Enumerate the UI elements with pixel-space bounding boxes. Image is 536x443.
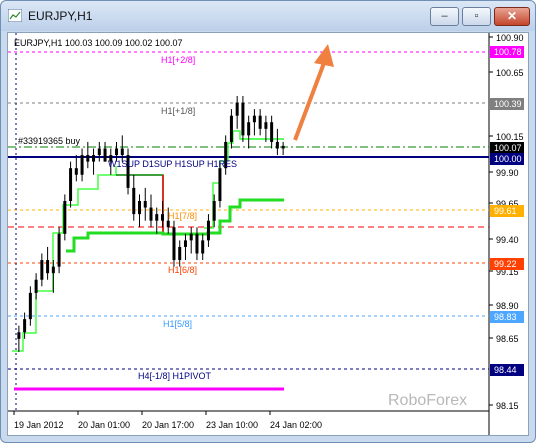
chart-app-icon <box>8 9 22 22</box>
candle-body <box>92 155 96 162</box>
y-tick: 100.90 <box>496 33 524 43</box>
candle-body <box>28 292 32 320</box>
candle-body <box>74 168 78 175</box>
candles <box>17 96 285 352</box>
maximize-button[interactable]: ▫ <box>462 7 491 26</box>
candle-body <box>138 201 142 215</box>
candle-body <box>189 233 193 241</box>
candle-body <box>212 201 216 221</box>
candle-body <box>46 260 50 274</box>
chart-window: EURJPY,H1 – ▫ ✕ EURJPY,H1 100.03 100.09 … <box>0 0 536 443</box>
candle-body <box>160 214 164 221</box>
candle-body <box>201 240 205 254</box>
price-badge: 100.39 <box>494 99 522 109</box>
candle-body <box>264 122 268 129</box>
candle-body <box>63 201 67 234</box>
minimize-icon: – <box>441 10 448 22</box>
x-tick: 20 Jan 01:00 <box>78 420 130 430</box>
y-tick: 98.65 <box>496 334 519 344</box>
y-tick: 99.40 <box>496 235 519 245</box>
close-icon: ✕ <box>506 9 518 23</box>
candle-body <box>281 145 285 149</box>
price-badge: 98.44 <box>494 365 517 375</box>
candle-body <box>34 279 38 293</box>
x-tick: 19 Jan 2012 <box>14 420 64 430</box>
candle-body <box>166 220 170 228</box>
price-badge: 99.61 <box>494 206 517 216</box>
y-tick: 100.65 <box>496 68 524 78</box>
level-label-plus2: H1[+2/8] <box>161 55 195 65</box>
price-badges: 100.78 100.39 100.07 100.00 99.61 99.22 … <box>490 46 524 376</box>
price-badge: 98.83 <box>494 312 517 322</box>
x-axis: 19 Jan 2012 20 Jan 01:00 20 Jan 17:00 23… <box>13 411 322 430</box>
maximize-icon: ▫ <box>474 10 479 22</box>
candle-body <box>40 260 44 280</box>
candle-body <box>275 141 279 149</box>
y-axis: 100.90 100.65 100.15 99.90 99.65 99.40 9… <box>489 33 524 411</box>
candle-body <box>51 266 55 274</box>
candle-body <box>120 148 124 156</box>
price-badge: 99.22 <box>494 259 517 269</box>
candle-body <box>143 201 147 208</box>
level-label-5-8: H1[5/8] <box>163 319 192 329</box>
x-tick: 23 Jan 10:00 <box>206 420 258 430</box>
candle-body <box>229 115 233 142</box>
window-title: EURJPY,H1 <box>28 9 93 23</box>
price-chart[interactable]: EURJPY,H1 100.03 100.09 100.02 100.07 H1… <box>8 33 528 435</box>
y-tick: 100.15 <box>496 132 524 142</box>
candle-body <box>23 319 27 333</box>
candle-body <box>206 220 210 241</box>
candle-body <box>270 122 274 142</box>
y-tick: 99.90 <box>496 168 519 178</box>
candle-body <box>17 332 21 339</box>
close-button[interactable]: ✕ <box>494 7 530 26</box>
x-tick: 20 Jan 17:00 <box>142 420 194 430</box>
candle-body <box>103 148 107 162</box>
order-label: #33919365 buy <box>18 136 81 146</box>
candle-body <box>80 155 84 175</box>
candle-body <box>172 227 176 261</box>
level-label-7-8: H1[7/8] <box>168 211 197 221</box>
candle-body <box>132 187 136 215</box>
level-label-plus1: H1[+1/8] <box>161 106 195 116</box>
candle-body <box>155 214 159 221</box>
minimize-button[interactable]: – <box>430 7 459 26</box>
candle-body <box>235 102 239 116</box>
candle-body <box>178 246 182 261</box>
chart-area[interactable]: EURJPY,H1 100.03 100.09 100.02 100.07 H1… <box>7 32 529 436</box>
x-tick: 24 Jan 02:00 <box>270 420 322 430</box>
candle-body <box>258 115 262 129</box>
level-label-pivot: H4[-1/8] H1PIVOT <box>138 371 212 381</box>
candle-body <box>195 233 199 254</box>
y-tick: 98.90 <box>496 301 519 311</box>
candle-body <box>183 240 187 247</box>
candle-body <box>149 207 153 221</box>
title-bar[interactable]: EURJPY,H1 – ▫ ✕ <box>1 1 535 31</box>
level-label-sup-res: W1SUP D1SUP H1SUP H1RES <box>108 159 237 169</box>
candle-body <box>247 122 251 136</box>
candle-body <box>252 115 256 123</box>
candle-body <box>86 155 90 162</box>
chart-header: EURJPY,H1 100.03 100.09 100.02 100.07 <box>14 38 182 48</box>
price-badge: 100.07 <box>494 143 522 153</box>
watermark: RoboForex <box>388 392 467 409</box>
candle-body <box>97 148 101 156</box>
candle-body <box>218 168 222 201</box>
candle-body <box>115 148 119 156</box>
candle-body <box>69 168 73 201</box>
candle-body <box>241 102 245 136</box>
y-tick: 98.15 <box>496 401 519 411</box>
level-label-6-8: H1[6/8] <box>168 265 197 275</box>
price-badge: 100.00 <box>494 154 522 164</box>
price-badge: 100.78 <box>494 47 522 57</box>
candle-body <box>57 233 61 267</box>
